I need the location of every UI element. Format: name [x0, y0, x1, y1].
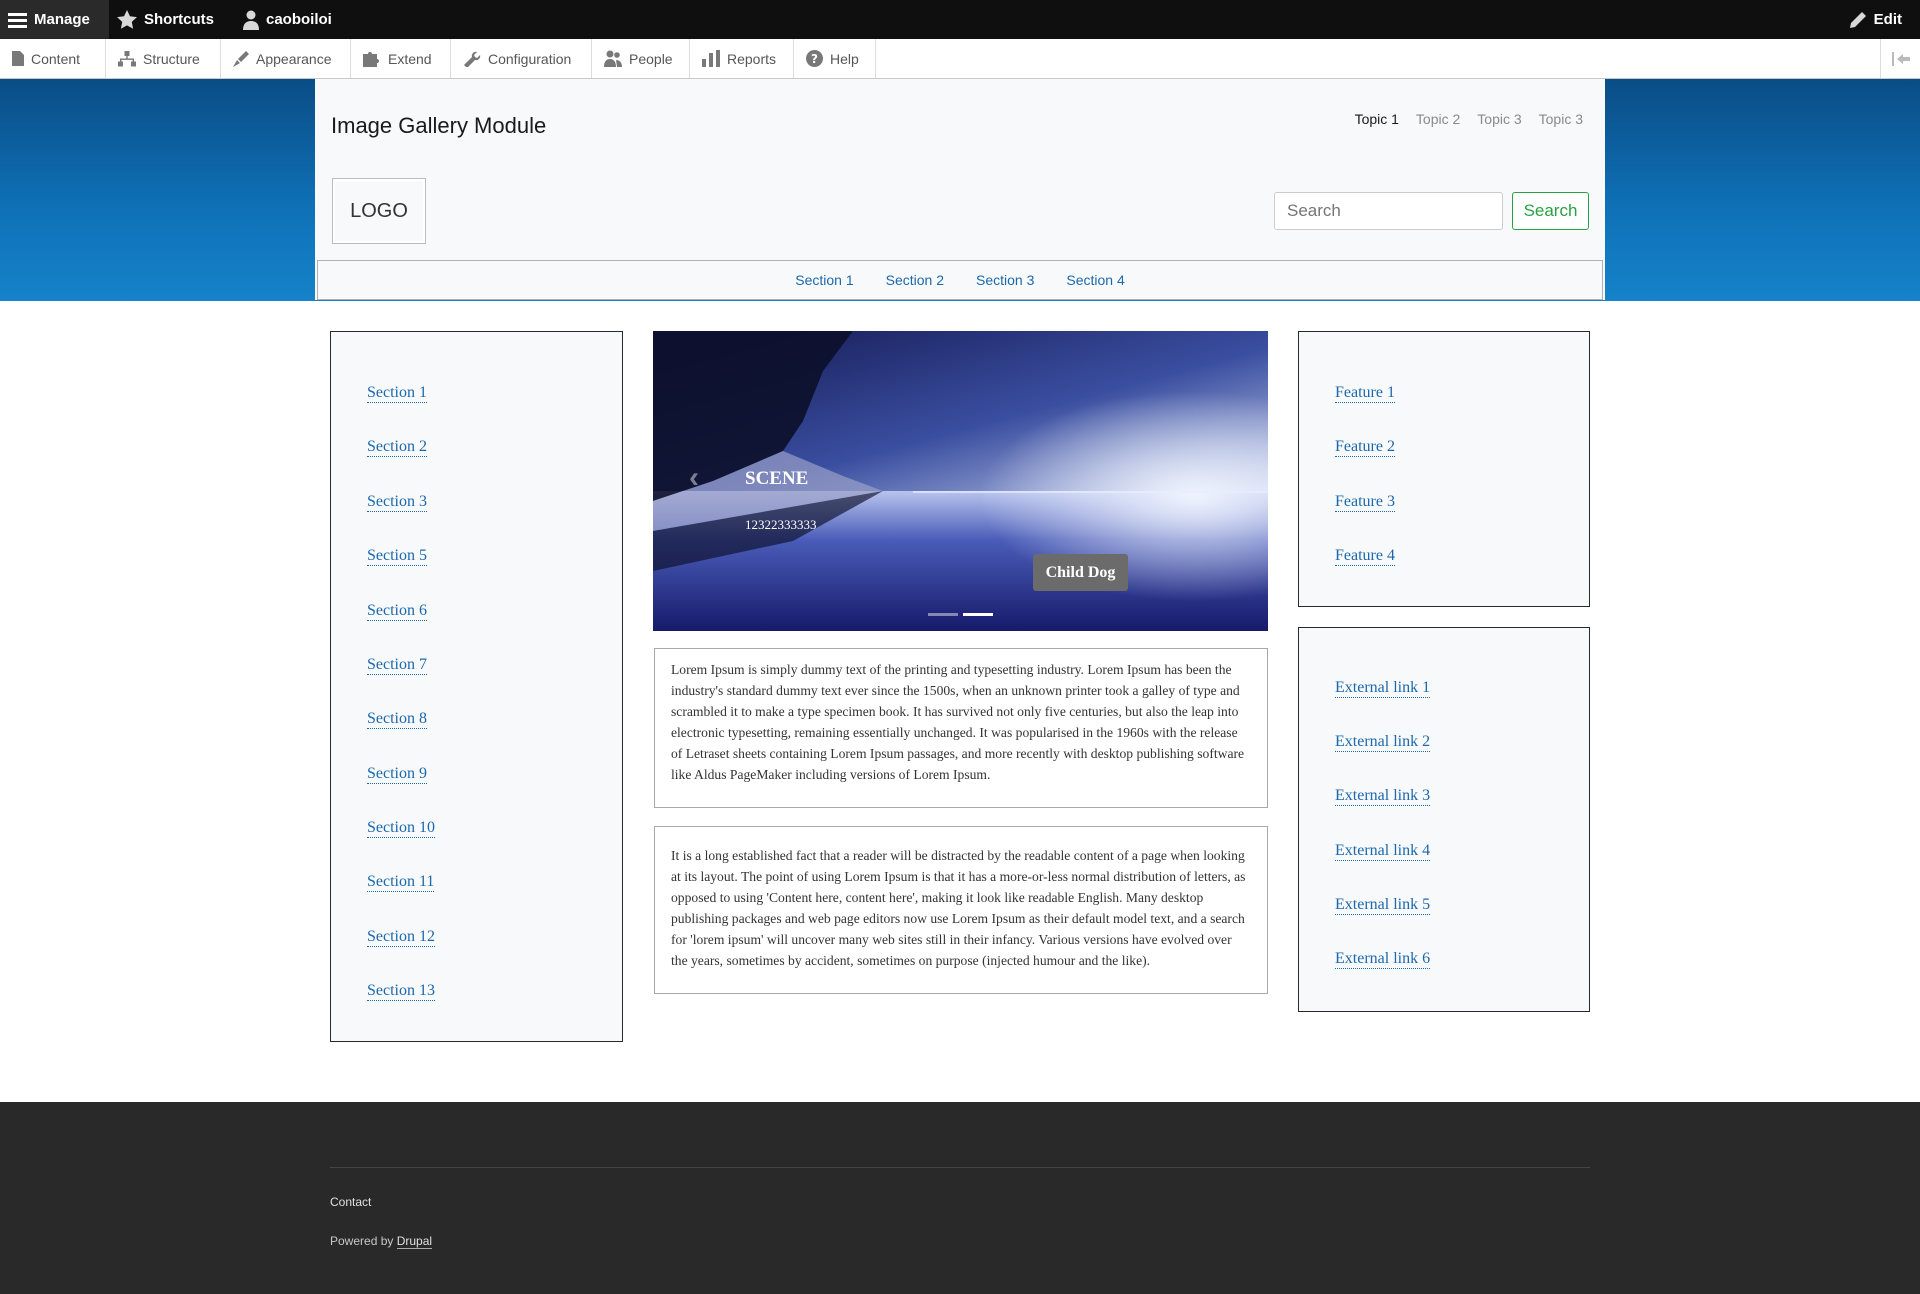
user-name: caoboiloi [266, 11, 332, 28]
left-sidebar: Section 1 Section 2 Section 3 Section 5 … [330, 331, 623, 1042]
image-carousel[interactable]: ‹ SCENE 12322333333 Child Dog [653, 331, 1268, 631]
tray-item-label: Appearance [256, 50, 332, 67]
site-logo[interactable]: LOGO [332, 178, 426, 244]
tray-item-reports[interactable]: Reports [690, 39, 794, 78]
content-paragraph: Lorem Ipsum is simply dummy text of the … [671, 662, 1245, 782]
carousel-badge[interactable]: Child Dog [1033, 554, 1128, 591]
external-link[interactable]: External link 2 [1335, 733, 1431, 752]
puzzle-icon [363, 51, 379, 67]
tray-item-appearance[interactable]: Appearance [221, 39, 351, 78]
feature-link[interactable]: Feature 4 [1335, 547, 1395, 566]
carousel-indicator[interactable] [928, 613, 958, 616]
manage-label: Manage [34, 11, 90, 28]
sidebar-link[interactable]: Section 2 [367, 438, 427, 457]
topic-link[interactable]: Topic 3 [1539, 111, 1583, 127]
feature-link[interactable]: Feature 3 [1335, 493, 1395, 512]
section-nav-link[interactable]: Section 3 [976, 272, 1034, 288]
section-nav-link[interactable]: Section 4 [1066, 272, 1124, 288]
bar-chart-icon [702, 50, 720, 67]
content-block-1: Lorem Ipsum is simply dummy text of the … [654, 648, 1268, 808]
tray-item-configuration[interactable]: Configuration [451, 39, 592, 78]
search-button[interactable]: Search [1512, 192, 1589, 230]
carousel-indicator-active[interactable] [963, 613, 993, 616]
document-icon [12, 51, 24, 66]
section-nav: Section 1 Section 2 Section 3 Section 4 [317, 260, 1603, 300]
sidebar-link[interactable]: Section 10 [367, 819, 435, 838]
user-tab[interactable]: caoboiloi [243, 0, 332, 39]
footer-contact-link[interactable]: Contact [330, 1195, 371, 1209]
help-icon: ? [806, 50, 823, 67]
edit-label: Edit [1873, 11, 1902, 28]
tray-item-label: Structure [143, 50, 200, 67]
topic-link[interactable]: Topic 2 [1416, 111, 1460, 127]
powered-by-text: Powered by [330, 1234, 394, 1248]
collapse-tray-button[interactable] [1880, 39, 1920, 78]
admin-toolbar: Manage Shortcuts caoboiloi Edit [0, 0, 1920, 39]
drupal-link[interactable]: Drupal [396, 1234, 433, 1249]
site-name[interactable]: Image Gallery Module [331, 113, 546, 139]
wrench-icon [464, 51, 481, 67]
feature-link[interactable]: Feature 1 [1335, 384, 1395, 403]
people-icon [604, 50, 622, 67]
external-link[interactable]: External link 5 [1335, 896, 1431, 915]
footer-powered-by: Powered by Drupal [330, 1234, 433, 1249]
carousel-caption-text: 12322333333 [745, 517, 817, 532]
carousel-caption-title: SCENE [745, 468, 809, 489]
svg-text:?: ? [811, 52, 818, 66]
tray-item-label: People [629, 50, 673, 67]
edit-tab[interactable]: Edit [1849, 0, 1902, 39]
admin-tray: Content Structure Appearance Extend Conf… [0, 39, 1920, 79]
external-link[interactable]: External link 3 [1335, 787, 1431, 806]
shortcuts-tab[interactable]: Shortcuts [117, 0, 214, 39]
shortcuts-label: Shortcuts [144, 11, 215, 28]
sidebar-link[interactable]: Section 3 [367, 493, 427, 512]
user-icon [243, 10, 259, 30]
hamburger-icon [8, 12, 27, 28]
search-input[interactable] [1274, 192, 1503, 230]
external-link[interactable]: External link 6 [1335, 950, 1431, 969]
sidebar-link[interactable]: Section 5 [367, 547, 427, 566]
tray-item-people[interactable]: People [592, 39, 690, 78]
tray-item-extend[interactable]: Extend [351, 39, 451, 78]
tray-item-label: Content [31, 50, 81, 67]
topic-link[interactable]: Topic 1 [1355, 111, 1399, 127]
tray-item-help[interactable]: ? Help [794, 39, 876, 78]
sidebar-link[interactable]: Section 12 [367, 928, 435, 947]
external-link[interactable]: External link 1 [1335, 679, 1431, 698]
tray-item-label: Help [830, 50, 859, 67]
tray-item-content[interactable]: Content [0, 39, 106, 78]
tray-item-label: Configuration [488, 50, 572, 67]
pencil-icon [1849, 12, 1866, 28]
paintbrush-icon [233, 50, 249, 67]
topic-link[interactable]: Topic 3 [1477, 111, 1521, 127]
external-link[interactable]: External link 4 [1335, 842, 1431, 861]
features-block: Feature 1 Feature 2 Feature 3 Feature 4 [1298, 331, 1590, 607]
content-paragraph: It is a long established fact that a rea… [671, 848, 1246, 968]
sidebar-link[interactable]: Section 6 [367, 602, 427, 621]
sidebar-link[interactable]: Section 1 [367, 384, 427, 403]
tray-item-label: Reports [727, 50, 777, 67]
sidebar-link[interactable]: Section 7 [367, 656, 427, 675]
sidebar-link[interactable]: Section 13 [367, 982, 435, 1001]
feature-link[interactable]: Feature 2 [1335, 438, 1395, 457]
carousel-prev-button[interactable]: ‹ [689, 461, 699, 495]
content-block-2: It is a long established fact that a rea… [654, 826, 1268, 994]
star-icon [117, 10, 137, 29]
section-nav-link[interactable]: Section 2 [886, 272, 944, 288]
collapse-icon [1891, 51, 1910, 66]
manage-tab[interactable]: Manage [0, 0, 109, 39]
footer-divider [330, 1167, 1590, 1168]
sidebar-link[interactable]: Section 9 [367, 765, 427, 784]
external-links-block: External link 1 External link 2 External… [1298, 627, 1590, 1012]
tray-item-structure[interactable]: Structure [106, 39, 221, 78]
topic-menu: Topic 1 Topic 2 Topic 3 Topic 3 [1355, 111, 1583, 127]
site-footer: Contact Powered by Drupal [0, 1102, 1920, 1294]
tray-item-label: Extend [388, 50, 432, 67]
sidebar-link[interactable]: Section 8 [367, 710, 427, 729]
sitemap-icon [118, 50, 136, 66]
sidebar-link[interactable]: Section 11 [367, 873, 435, 892]
site-header: Image Gallery Module Topic 1 Topic 2 Top… [315, 79, 1605, 300]
section-nav-link[interactable]: Section 1 [795, 272, 853, 288]
